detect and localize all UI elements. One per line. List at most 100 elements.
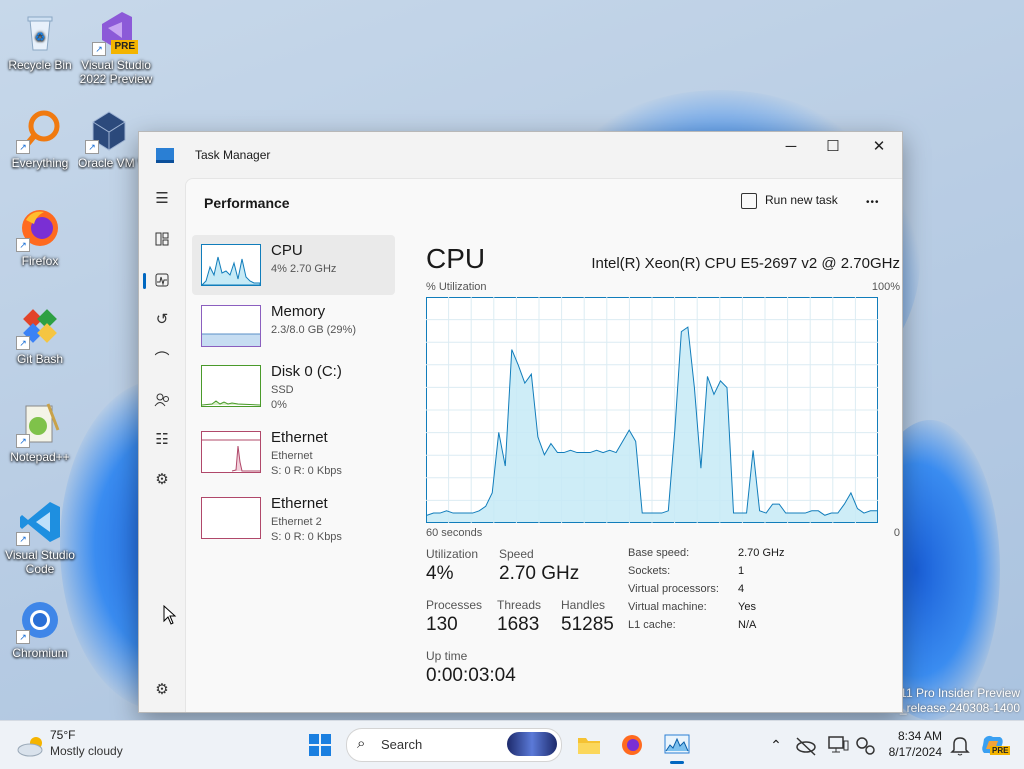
cpu-utilization-graph xyxy=(426,297,878,523)
performance-icon[interactable] xyxy=(149,267,175,293)
handles-value: 51285 xyxy=(561,614,614,635)
desktop-icon-recycle-bin[interactable]: ♻ Recycle Bin xyxy=(2,8,78,72)
recycle-bin-icon: ♻ xyxy=(16,8,64,56)
os-watermark-line2: e_release.240308-1400 xyxy=(893,701,1020,715)
clock[interactable]: 8:34 AM 8/17/2024 xyxy=(884,729,942,759)
weather-desc: Mostly cloudy xyxy=(50,744,123,758)
shortcut-arrow-icon: ↗ xyxy=(85,140,99,154)
resource-detail: S: 0 R: 0 Kbps xyxy=(271,465,342,477)
graph-time-span: 60 seconds xyxy=(426,527,483,539)
spec-key: Sockets: xyxy=(628,565,671,577)
resource-item-cpu[interactable]: CPU 4% 2.70 GHz xyxy=(192,235,395,295)
uptime-label: Up time xyxy=(426,649,468,663)
resource-detail: SSD xyxy=(271,384,294,396)
firefox-taskbar-icon[interactable] xyxy=(620,733,644,757)
task-manager-icon xyxy=(156,148,174,163)
threads-label: Threads xyxy=(497,598,542,612)
resource-item-ethernet-2[interactable]: Ethernet Ethernet 2 S: 0 R: 0 Kbps xyxy=(192,488,395,548)
threads-value: 1683 xyxy=(497,614,540,635)
show-hidden-icons-chevron-icon[interactable]: ⌃ xyxy=(764,733,788,757)
os-watermark-line1: 11 Pro Insider Preview xyxy=(900,686,1020,700)
resource-detail: 2.3/8.0 GB (29%) xyxy=(271,324,356,336)
title-bar[interactable]: Task Manager ─ ☐ ✕ xyxy=(139,132,902,178)
ethernet-mini-graph xyxy=(201,431,261,473)
spec-key: Base speed: xyxy=(628,547,690,559)
chromium-icon: ↗ xyxy=(16,596,64,644)
notifications-bell-icon[interactable] xyxy=(948,733,972,757)
processes-icon[interactable] xyxy=(149,226,175,252)
maximize-button[interactable]: ☐ xyxy=(810,132,856,162)
clock-time: 8:34 AM xyxy=(897,729,942,743)
network-icon[interactable] xyxy=(826,733,850,757)
services-icon[interactable]: ⚙ xyxy=(149,467,175,493)
taskbar: 75°F Mostly cloudy ⌕ Search ⌃ 8:34 AM 8/… xyxy=(0,720,1024,769)
resource-detail: 0% xyxy=(271,399,287,411)
resource-detail: Ethernet 2 xyxy=(271,516,322,528)
clock-date: 8/17/2024 xyxy=(888,745,942,759)
copilot-icon[interactable]: PRE xyxy=(980,733,1011,757)
svg-text:♻: ♻ xyxy=(35,30,46,44)
speed-value: 2.70 GHz xyxy=(499,563,580,584)
start-button-icon[interactable] xyxy=(308,733,332,757)
disk-mini-graph xyxy=(201,365,261,407)
spec-key: L1 cache: xyxy=(628,619,676,631)
resource-name: Memory xyxy=(271,303,326,320)
desktop-icon-virtualbox[interactable]: ↗ Oracle VM VirtualBox xyxy=(78,106,140,170)
page-title: Performance xyxy=(204,195,290,211)
copilot-pre-badge: PRE xyxy=(990,746,1011,755)
resource-item-memory[interactable]: Memory 2.3/8.0 GB (29%) xyxy=(192,296,395,356)
resource-name: Ethernet xyxy=(271,495,328,512)
settings-icon[interactable]: ⚙ xyxy=(149,677,175,703)
run-new-task-label: Run new task xyxy=(765,193,838,208)
desktop-icon-vscode[interactable]: ↗ Visual Studio Code xyxy=(2,498,78,576)
onedrive-icon[interactable] xyxy=(794,733,818,757)
resource-name: Disk 0 (C:) xyxy=(271,363,342,380)
weather-widget[interactable]: 75°F Mostly cloudy xyxy=(14,727,154,763)
desktop-icon-notepad-plus-plus[interactable]: ↗ Notepad++ xyxy=(2,400,78,464)
close-button[interactable]: ✕ xyxy=(856,132,902,162)
details-icon[interactable]: ☷ xyxy=(149,427,175,453)
hamburger-menu-icon[interactable]: ☰ xyxy=(149,186,175,212)
spec-value: N/A xyxy=(738,619,757,631)
shortcut-arrow-icon: ↗ xyxy=(16,238,30,252)
shortcut-arrow-icon: ↗ xyxy=(16,630,30,644)
desktop-icon-label: Git Bash xyxy=(16,352,64,366)
file-explorer-icon[interactable] xyxy=(577,733,601,757)
memory-mini-graph xyxy=(201,305,261,347)
run-new-task-button[interactable]: Run new task xyxy=(741,193,838,209)
spec-value: 2.70 GHz xyxy=(738,547,785,559)
uptime-value: 0:00:03:04 xyxy=(426,665,516,686)
desktop-icon-everything[interactable]: ↗ Everything xyxy=(2,106,78,170)
spec-key: Virtual processors: xyxy=(628,583,719,595)
resource-detail: 4% 2.70 GHz xyxy=(271,263,337,275)
taskbar-search[interactable]: ⌕ Search xyxy=(346,728,562,762)
window-title: Task Manager xyxy=(195,148,271,162)
shortcut-arrow-icon: ↗ xyxy=(16,140,30,154)
more-options-button[interactable]: ••• xyxy=(866,197,880,208)
spec-key: Virtual machine: xyxy=(628,601,707,613)
resource-item-disk[interactable]: Disk 0 (C:) SSD 0% xyxy=(192,356,395,416)
spec-value: 1 xyxy=(738,565,745,577)
startup-apps-icon[interactable]: ⌒ xyxy=(149,347,175,373)
desktop-icon-firefox[interactable]: ↗ Firefox xyxy=(2,204,78,268)
spec-value: Yes xyxy=(738,601,756,613)
desktop-icon-git-bash[interactable]: ↗ Git Bash xyxy=(2,302,78,366)
minimize-button[interactable]: ─ xyxy=(768,132,814,162)
shortcut-arrow-icon: ↗ xyxy=(16,434,30,448)
task-manager-taskbar-icon[interactable] xyxy=(664,733,690,764)
resource-name: CPU xyxy=(271,242,303,259)
processes-value: 130 xyxy=(426,614,458,635)
task-manager-window: Task Manager ─ ☐ ✕ ☰ ↺ ⌒ ☷ ⚙ ⚙ Performan… xyxy=(138,131,903,713)
mouse-cursor-icon xyxy=(157,602,183,628)
users-icon[interactable] xyxy=(149,387,175,413)
app-history-icon[interactable]: ↺ xyxy=(149,307,175,333)
performance-panel: Performance Run new task ••• CPU 4% 2.70… xyxy=(185,178,902,712)
utilization-axis-max: 100% xyxy=(871,281,900,293)
resource-item-ethernet-1[interactable]: Ethernet Ethernet S: 0 R: 0 Kbps xyxy=(192,422,395,482)
desktop-icon-chromium[interactable]: ↗ Chromium xyxy=(2,596,78,660)
left-nav: ☰ ↺ ⌒ ☷ ⚙ ⚙ xyxy=(139,178,185,712)
utilization-axis-label: % Utilization xyxy=(426,281,487,293)
desktop-icon-visual-studio-preview[interactable]: PRE ↗ Visual Studio 2022 Preview xyxy=(78,8,154,86)
volume-settings-icon[interactable] xyxy=(853,733,877,757)
desktop-icon-label: Visual Studio 2022 Preview xyxy=(79,58,153,86)
